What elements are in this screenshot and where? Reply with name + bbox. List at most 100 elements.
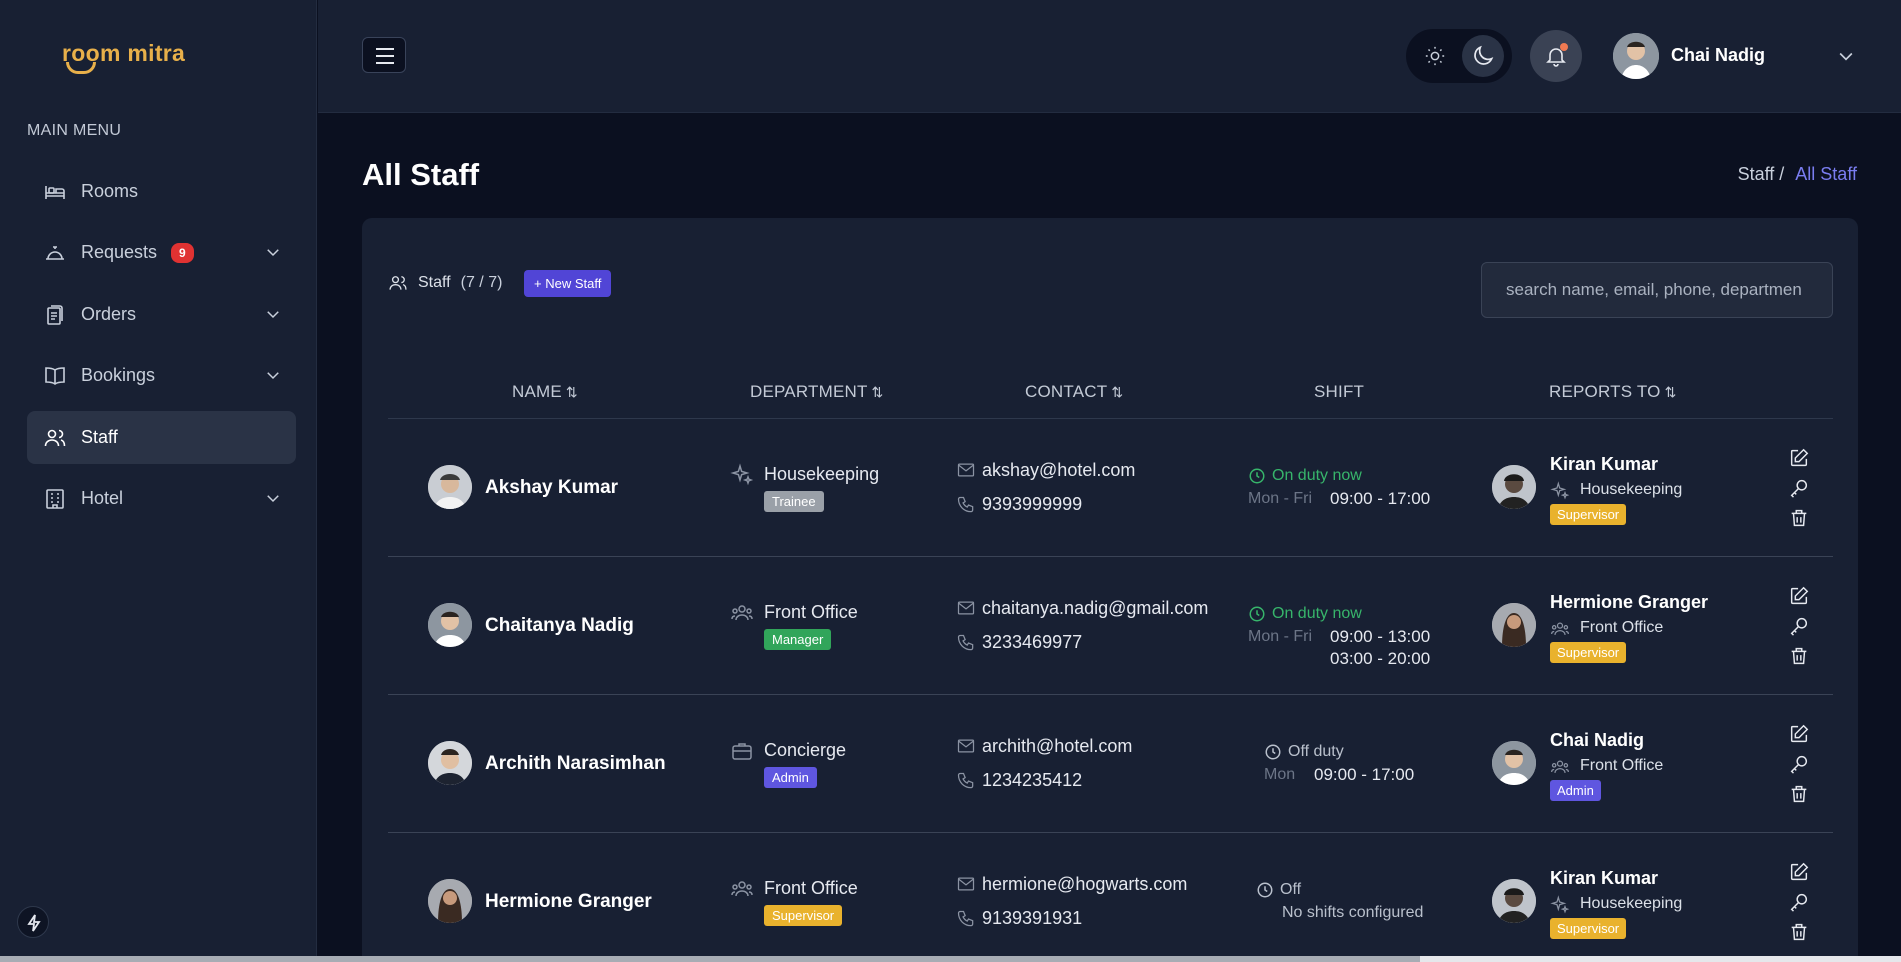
user-name[interactable]: Chai Nadig [1671, 45, 1765, 66]
reports-to-department: Housekeeping [1580, 895, 1683, 912]
reports-to-department: Front Office [1580, 619, 1664, 636]
role-badge: Manager [764, 629, 832, 650]
shift-status: On duty now [1248, 605, 1362, 623]
light-mode-button[interactable] [1414, 35, 1456, 77]
bolt-button[interactable] [17, 906, 49, 938]
avatar[interactable] [1613, 33, 1659, 79]
key-icon[interactable] [1788, 615, 1810, 637]
key-icon[interactable] [1788, 753, 1810, 775]
reports-to-name[interactable]: Chai Nadig [1550, 730, 1644, 751]
avatar [428, 465, 472, 509]
sidebar-item-bookings[interactable]: Bookings [27, 349, 296, 402]
staff-email[interactable]: chaitanya.nadig@gmail.com [982, 598, 1208, 619]
reports-to-name[interactable]: Kiran Kumar [1550, 868, 1658, 889]
sparkles-icon [730, 463, 754, 486]
shift-note: No shifts configured [1282, 904, 1424, 921]
edit-icon[interactable] [1788, 447, 1810, 469]
users-icon [1551, 760, 1569, 773]
sort-icon: ⇅ [871, 384, 884, 400]
sidebar-item-requests[interactable]: Requests 9 [27, 226, 296, 279]
sun-icon [1425, 46, 1445, 66]
bed-icon [45, 186, 65, 199]
dark-mode-button[interactable] [1462, 35, 1504, 77]
users-icon [1551, 622, 1569, 635]
book-icon [45, 367, 65, 385]
sort-icon: ⇅ [1664, 384, 1677, 400]
staff-name[interactable]: Akshay Kumar [485, 477, 618, 499]
page-title: All Staff [362, 157, 480, 192]
shift-days: Mon - Fri [1248, 628, 1312, 645]
horizontal-scrollbar[interactable] [0, 956, 1901, 962]
column-header-reports-to[interactable]: REPORTS TO ⇅ [1549, 382, 1677, 402]
staff-phone[interactable]: 9139391931 [982, 908, 1082, 929]
breadcrumb-current: All Staff [1795, 164, 1857, 184]
staff-name[interactable]: Chaitanya Nadig [485, 615, 634, 637]
avatar [1492, 741, 1536, 785]
shift-time: 03:00 - 20:00 [1330, 649, 1431, 668]
scrollbar-thumb[interactable] [0, 956, 1420, 962]
staff-email[interactable]: archith@hotel.com [982, 736, 1132, 757]
staff-name[interactable]: Archith Narasimhan [485, 753, 666, 775]
staff-phone[interactable]: 1234235412 [982, 770, 1082, 791]
staff-count-value: (7 / 7) [460, 274, 503, 291]
reports-to-name[interactable]: Hermione Granger [1550, 592, 1708, 613]
sidebar-item-hotel[interactable]: Hotel [27, 472, 296, 525]
column-header-name[interactable]: NAME ⇅ [512, 382, 578, 402]
search-input[interactable] [1481, 262, 1833, 318]
bolt-icon [27, 914, 41, 932]
trash-icon[interactable] [1788, 645, 1810, 667]
theme-toggle [1406, 29, 1512, 83]
avatar [1492, 879, 1536, 923]
reports-to-role-badge: Supervisor [1550, 504, 1627, 525]
users-icon [44, 429, 66, 447]
department-name: Concierge [764, 740, 847, 760]
mail-icon [957, 739, 975, 753]
sort-icon: ⇅ [565, 384, 578, 400]
edit-icon[interactable] [1788, 585, 1810, 607]
key-icon[interactable] [1788, 477, 1810, 499]
staff-name[interactable]: Hermione Granger [485, 891, 652, 913]
avatar [428, 879, 472, 923]
edit-icon[interactable] [1788, 723, 1810, 745]
staff-email[interactable]: akshay@hotel.com [982, 460, 1135, 481]
sidebar-item-rooms[interactable]: Rooms [27, 165, 296, 218]
breadcrumb-parent[interactable]: Staff / [1738, 164, 1785, 184]
column-header-department[interactable]: DEPARTMENT ⇅ [750, 382, 883, 402]
chevron-down-icon [267, 311, 279, 319]
staff-count: Staff (7 / 7) [388, 273, 502, 293]
reports-to-name[interactable]: Kiran Kumar [1550, 454, 1658, 475]
staff-phone[interactable]: 3233469977 [982, 632, 1082, 653]
briefcase-icon [732, 743, 752, 760]
key-icon[interactable] [1788, 891, 1810, 913]
bell-service-icon [46, 246, 64, 260]
trash-icon[interactable] [1788, 507, 1810, 529]
trash-icon[interactable] [1788, 921, 1810, 943]
staff-phone[interactable]: 9393999999 [982, 494, 1082, 515]
phone-icon [957, 910, 974, 927]
sort-icon: ⇅ [1111, 384, 1124, 400]
main-menu-title: MAIN MENU [27, 122, 122, 139]
table-row: Akshay Kumar Housekeeping Trainee akshay… [388, 419, 1833, 557]
new-staff-button[interactable]: + New Staff [524, 270, 612, 297]
clock-icon [1249, 468, 1265, 484]
sidebar-item-orders[interactable]: Orders [27, 288, 296, 341]
building-icon [46, 489, 64, 509]
chevron-down-icon[interactable] [1836, 46, 1856, 66]
staff-email[interactable]: hermione@hogwarts.com [982, 874, 1187, 895]
sidebar-item-staff[interactable]: Staff [27, 411, 296, 464]
reports-to-role-badge: Supervisor [1550, 642, 1627, 663]
role-badge: Admin [764, 767, 817, 788]
trash-icon[interactable] [1788, 783, 1810, 805]
column-header-contact[interactable]: CONTACT ⇅ [1025, 382, 1123, 402]
staff-label: Staff [418, 274, 451, 291]
shift-days: Mon - Fri [1248, 490, 1312, 507]
notifications-button[interactable] [1530, 30, 1582, 82]
reports-to-role-badge: Supervisor [1550, 918, 1627, 939]
notification-dot [1560, 43, 1568, 51]
shift-status: Off [1256, 881, 1301, 899]
shift-time: 09:00 - 17:00 [1314, 765, 1415, 784]
edit-icon[interactable] [1788, 861, 1810, 883]
avatar [428, 741, 472, 785]
staff-card: Staff (7 / 7) + New Staff NAME⇅ DEPARTME… [362, 218, 1858, 962]
menu-toggle-button[interactable] [362, 37, 406, 73]
